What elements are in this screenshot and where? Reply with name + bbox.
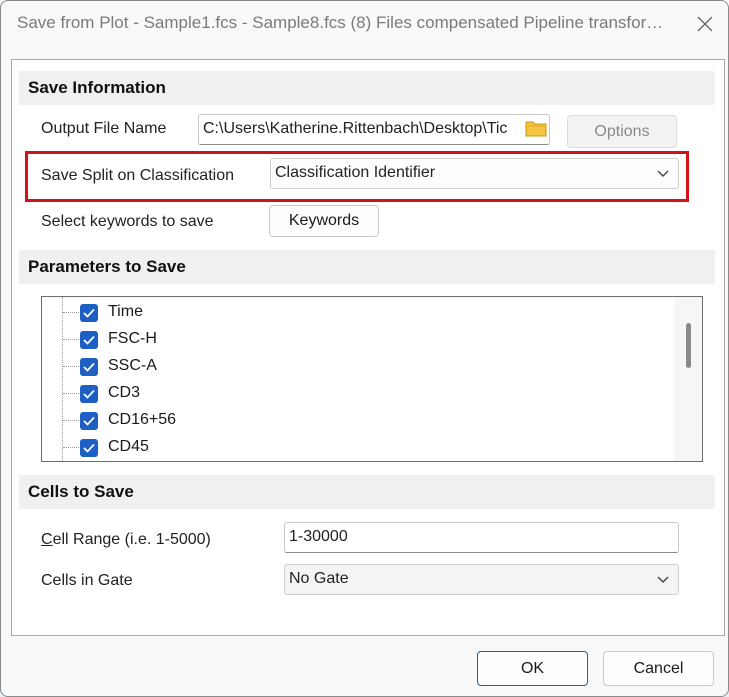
checkmark-icon — [83, 389, 95, 399]
folder-icon[interactable] — [525, 119, 547, 137]
cell-range-label-rest: ell Range (i.e. 1-5000) — [52, 531, 211, 548]
ok-button[interactable]: OK — [477, 651, 588, 686]
vertical-scrollbar[interactable] — [674, 297, 702, 461]
parameter-checkbox[interactable] — [80, 439, 98, 457]
options-button[interactable]: Options — [567, 115, 677, 148]
list-item[interactable]: Time — [42, 299, 672, 326]
checkmark-icon — [83, 416, 95, 426]
keywords-label: Select keywords to save — [41, 213, 214, 230]
save-split-dropdown[interactable]: Classification Identifier — [270, 158, 679, 189]
list-item[interactable]: SSC-A — [42, 353, 672, 380]
cell-range-label: Cell Range (i.e. 1-5000) — [41, 531, 211, 548]
scrollbar-thumb[interactable] — [686, 323, 691, 368]
list-item[interactable]: CD16+56 — [42, 407, 672, 434]
section-header-cells: Cells to Save — [19, 475, 715, 509]
cells-in-gate-dropdown[interactable]: No Gate — [284, 564, 679, 595]
save-split-label: Save Split on Classification — [41, 167, 234, 184]
cell-range-input[interactable]: 1-30000 — [284, 522, 679, 553]
save-from-plot-dialog: Save from Plot - Sample1.fcs - Sample8.f… — [0, 0, 729, 697]
output-file-field[interactable]: C:\Users\Katherine.Rittenbach\Desktop\Ti… — [198, 114, 550, 145]
save-split-value: Classification Identifier — [275, 164, 436, 181]
output-file-label: Output File Name — [41, 120, 167, 137]
parameter-checkbox[interactable] — [80, 331, 98, 349]
parameter-checkbox[interactable] — [80, 358, 98, 376]
parameter-name: Time — [108, 303, 143, 320]
list-item[interactable]: CD3 — [42, 380, 672, 407]
checkmark-icon — [83, 308, 95, 318]
parameter-name: CD3 — [108, 384, 141, 401]
parameter-name: CD45 — [108, 438, 149, 455]
title-bar: Save from Plot - Sample1.fcs - Sample8.f… — [1, 1, 728, 47]
parameter-checkbox[interactable] — [80, 304, 98, 322]
checkmark-icon — [83, 443, 95, 453]
output-file-value: C:\Users\Katherine.Rittenbach\Desktop\Ti… — [203, 120, 508, 137]
close-button[interactable] — [687, 9, 723, 39]
parameter-checkbox[interactable] — [80, 412, 98, 430]
checkmark-icon — [83, 335, 95, 345]
cancel-button[interactable]: Cancel — [603, 651, 714, 686]
cells-in-gate-value: No Gate — [289, 570, 349, 587]
parameter-name: CD16+56 — [108, 411, 177, 428]
parameters-list[interactable]: Time FSC-H SSC-A CD3 CD16+56 CD45 — [41, 296, 703, 462]
cells-in-gate-label: Cells in Gate — [41, 572, 133, 589]
parameter-name: SSC-A — [108, 357, 157, 374]
window-title: Save from Plot - Sample1.fcs - Sample8.f… — [17, 13, 664, 32]
section-header-save-information: Save Information — [19, 71, 715, 105]
list-item[interactable]: CD45 — [42, 434, 672, 461]
section-header-parameters: Parameters to Save — [19, 250, 715, 284]
keywords-button[interactable]: Keywords — [269, 205, 379, 237]
parameter-checkbox[interactable] — [80, 385, 98, 403]
parameter-name: FSC-H — [108, 330, 157, 347]
list-item[interactable]: FSC-H — [42, 326, 672, 353]
checkmark-icon — [83, 362, 95, 372]
chevron-down-icon — [657, 170, 669, 177]
chevron-down-icon — [657, 576, 669, 583]
close-icon — [697, 16, 713, 32]
